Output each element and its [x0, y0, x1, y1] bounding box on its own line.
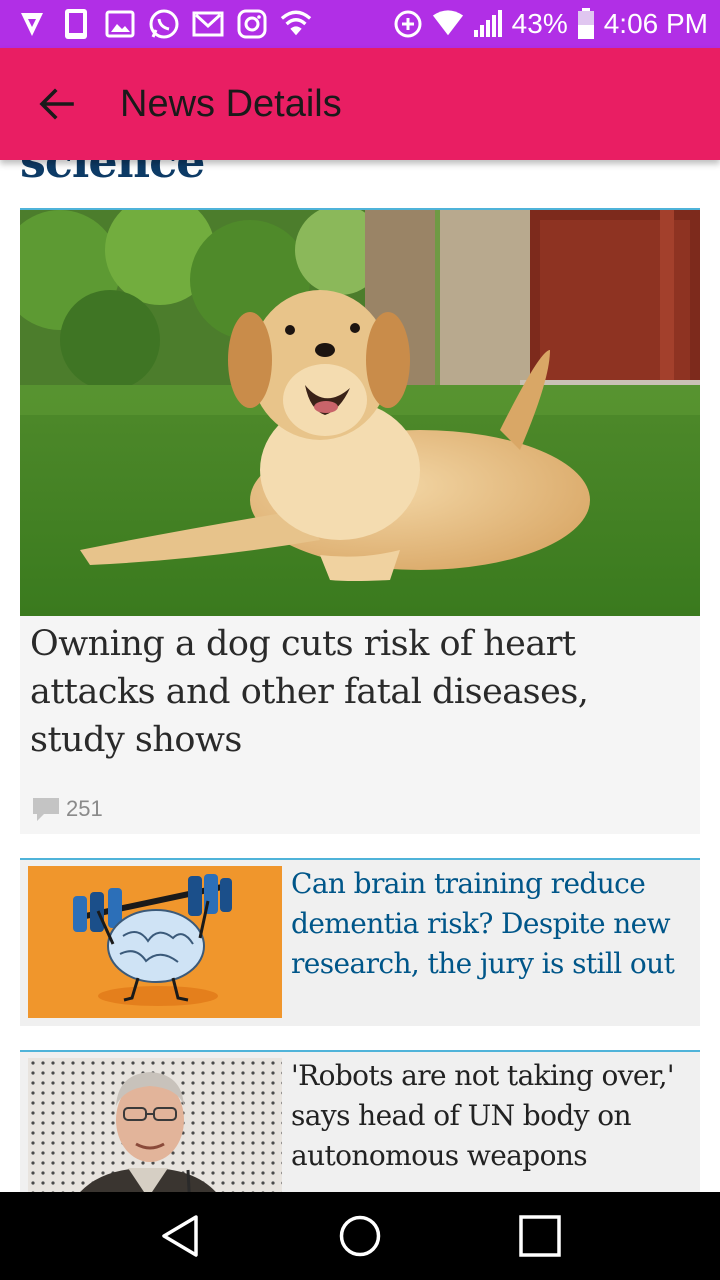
data-saver-icon	[392, 8, 424, 40]
featured-article[interactable]: Owning a dog cuts risk of heart attacks …	[20, 208, 700, 834]
news-content[interactable]: science Owning a dog cuts risk of heart …	[0, 160, 720, 1192]
wifi-icon	[280, 8, 312, 40]
item-headline[interactable]: Can brain training reduce dementia risk?…	[291, 864, 691, 984]
thumbnail	[28, 866, 282, 1018]
comment-count-value: 251	[66, 796, 103, 821]
phone-icon	[60, 8, 92, 40]
arrow-back-icon	[39, 88, 74, 120]
notification-icons	[16, 8, 312, 40]
item-headline[interactable]: 'Robots are not taking over,' says head …	[291, 1056, 691, 1176]
cell-signal-icon	[472, 8, 504, 40]
featured-headline[interactable]: Owning a dog cuts risk of heart attacks …	[20, 616, 700, 764]
gmail-icon	[192, 8, 224, 40]
dog-on-grass-photo	[20, 210, 700, 616]
back-triangle-icon	[162, 1215, 198, 1257]
wifi-signal-icon	[432, 8, 464, 40]
gallery-icon	[104, 8, 136, 40]
app-bar: News Details	[0, 48, 720, 160]
thumbnail	[28, 1058, 282, 1192]
comment-icon	[33, 798, 59, 821]
brain-lifting-weights-illustration	[28, 866, 282, 1018]
man-portrait-photo	[28, 1058, 282, 1192]
home-circle-icon	[339, 1215, 381, 1257]
system-nav-bar	[0, 1192, 720, 1280]
battery-icon	[576, 8, 596, 40]
nav-recents-button[interactable]	[510, 1206, 570, 1266]
nav-back-button[interactable]	[150, 1206, 210, 1266]
system-status: 43% 4:06 PM	[392, 8, 708, 40]
list-item[interactable]: 'Robots are not taking over,' says head …	[20, 1050, 700, 1192]
section-label: science	[20, 160, 205, 188]
battery-percent: 43%	[511, 8, 568, 39]
whatsapp-icon	[148, 8, 180, 40]
recents-square-icon	[519, 1215, 561, 1257]
page-title: News Details	[120, 82, 342, 125]
status-bar: 43% 4:06 PM	[0, 0, 720, 48]
shield-icon	[16, 8, 48, 40]
comment-count[interactable]: 251	[32, 796, 103, 822]
nav-home-button[interactable]	[330, 1206, 390, 1266]
instagram-icon	[236, 8, 268, 40]
back-button[interactable]	[20, 68, 92, 140]
list-item[interactable]: Can brain training reduce dementia risk?…	[20, 858, 700, 1026]
clock: 4:06 PM	[603, 8, 708, 39]
